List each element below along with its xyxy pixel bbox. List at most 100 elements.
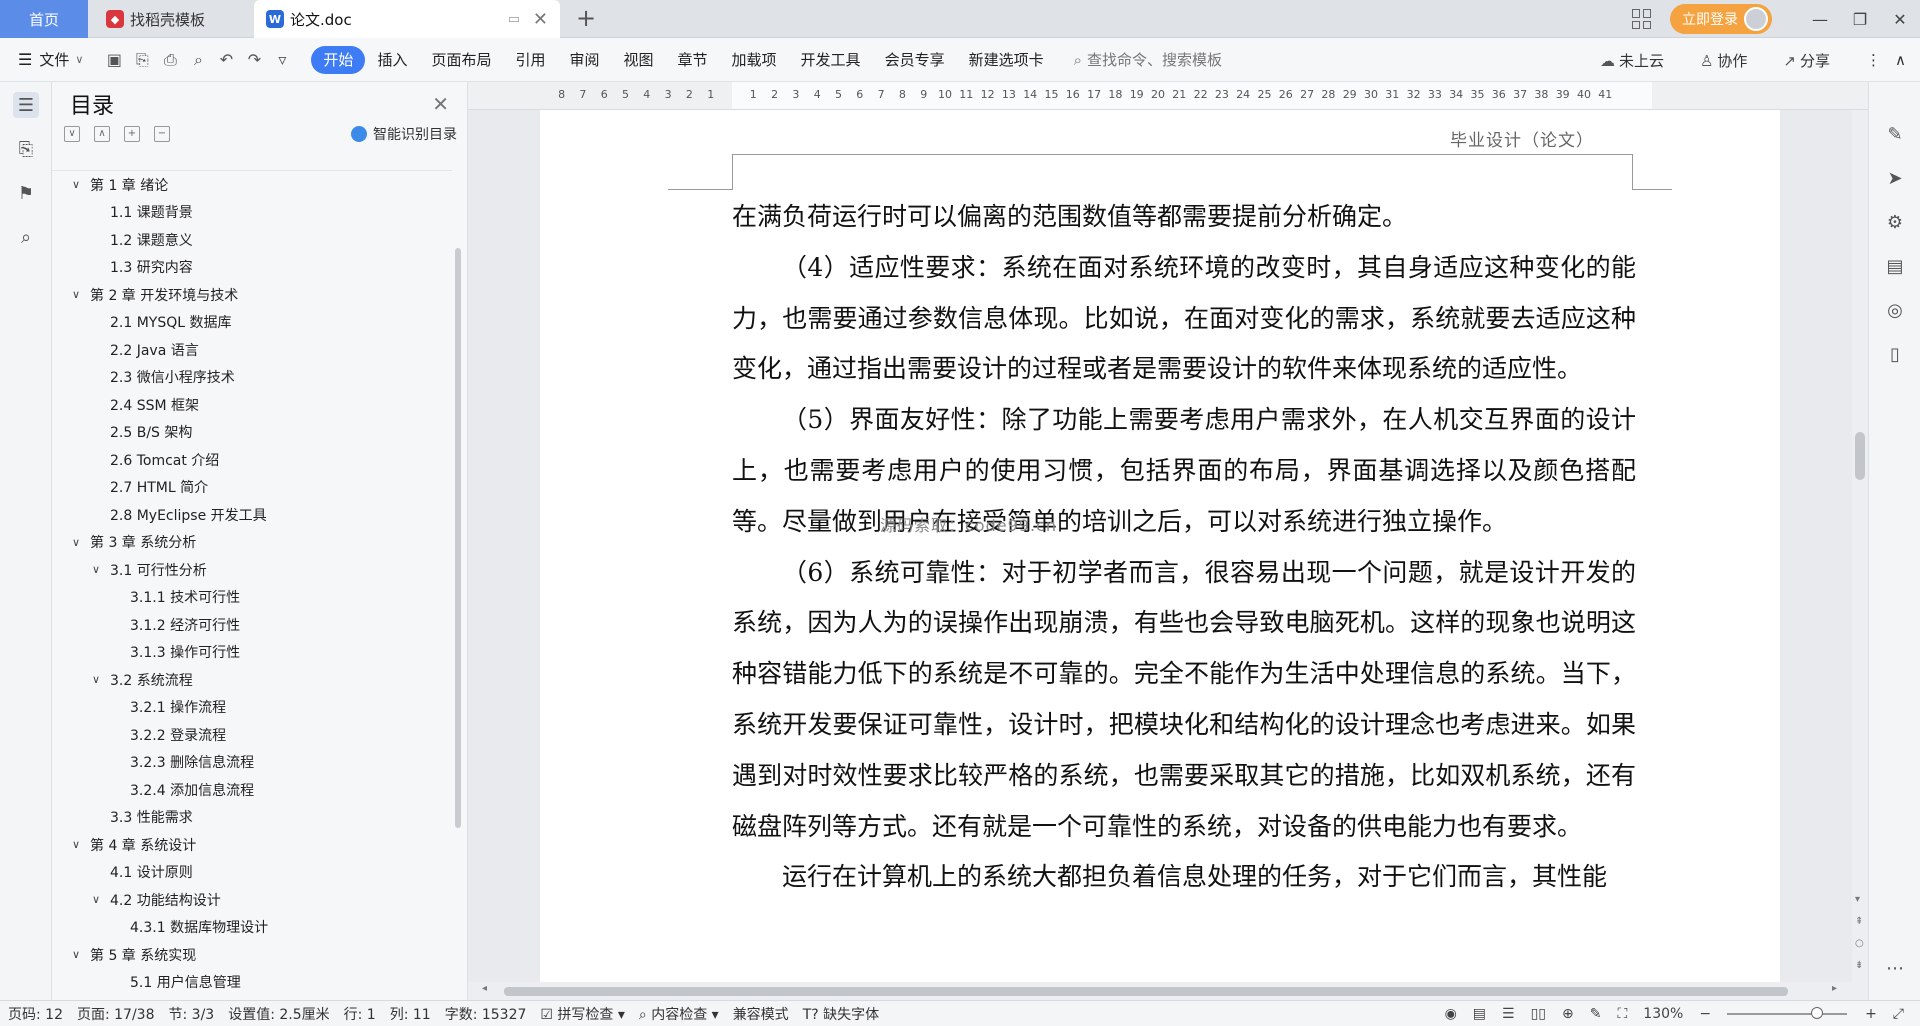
new-tab-button[interactable]: + [572,4,600,32]
horizontal-scrollbar[interactable]: ◂ ▸ [468,982,1868,1000]
toc-item[interactable]: ∨ 3.2 系统流程 [52,666,452,694]
status-words[interactable]: 字数: 15327 [445,1004,527,1024]
write-mode-icon[interactable]: ✎ [1590,1006,1602,1022]
toc-item[interactable]: ∨ 3.1 可行性分析 [52,556,452,584]
toc-item[interactable]: 2.5 B/S 架构 [52,419,452,447]
tab-document[interactable]: W 论文.doc ▭ ✕ [254,0,560,38]
print-icon[interactable]: ⎙ [157,50,183,70]
apps-grid-icon[interactable] [1632,9,1652,29]
location-icon[interactable]: ◎ [1883,300,1907,324]
tab-member[interactable]: 会员专享 [873,46,957,74]
page-view-icon[interactable]: ▤ [1473,1006,1486,1022]
collapse-all-icon[interactable]: ∧ [94,126,110,142]
tab-references[interactable]: 引用 [503,46,557,74]
tab-chapter[interactable]: 章节 [666,46,720,74]
chevron-down-icon[interactable]: ∨ [92,563,106,576]
scroll-thumb[interactable] [1855,432,1865,480]
chevron-down-icon[interactable]: ∨ [92,893,106,906]
toc-item[interactable]: 2.1 MYSQL 数据库 [52,309,452,337]
missing-font-button[interactable]: T? 缺失字体 [803,1004,879,1024]
scroll-down-icon[interactable]: ▾ [1855,894,1860,905]
toc-item[interactable]: 2.6 Tomcat 介绍 [52,446,452,474]
smart-toc-button[interactable]: 智能识别目录 [351,124,457,144]
toc-item[interactable]: 3.1.2 经济可行性 [52,611,452,639]
spell-check-button[interactable]: ☑ 拼写检查 ▾ [540,1004,625,1024]
fullscreen-icon[interactable]: ⤢ [1893,1006,1904,1022]
h-scroll-thumb[interactable] [504,987,1788,996]
add-level-icon[interactable]: + [124,126,140,142]
toc-item[interactable]: 2.7 HTML 简介 [52,474,452,502]
cloud-status[interactable]: ☁ 未上云 [1600,50,1682,71]
restore-button[interactable]: ❐ [1840,10,1880,29]
toc-item[interactable]: ∨ 第 1 章 绪论 [52,171,452,199]
tab-review[interactable]: 审阅 [557,46,611,74]
toc-item[interactable]: 3.2.1 操作流程 [52,694,452,722]
web-view-icon[interactable]: ⊕ [1562,1006,1574,1022]
tab-start[interactable]: 开始 [311,45,366,74]
toc-item[interactable]: 3.3 性能需求 [52,804,452,832]
toc-item[interactable]: ∨ 第 4 章 系统设计 [52,831,452,859]
toc-scrollbar[interactable] [455,248,461,828]
next-page-icon[interactable]: ⇟ [1855,960,1863,971]
close-window-button[interactable]: ✕ [1880,10,1920,29]
zoom-slider-handle[interactable] [1811,1007,1824,1019]
export-pdf-icon[interactable]: ⎘ [129,50,155,70]
minimize-button[interactable]: — [1800,10,1840,29]
customize-icon[interactable]: ▿ [269,50,295,69]
redo-icon[interactable]: ↷ [241,50,267,69]
toc-item[interactable]: 2.8 MyEclipse 开发工具 [52,501,452,529]
reading-icon[interactable]: ▯ [1883,344,1907,368]
tab-insert[interactable]: 插入 [365,46,419,74]
toc-item[interactable]: 3.2.4 添加信息流程 [52,776,452,804]
chevron-down-icon[interactable]: ∨ [92,673,106,686]
toc-item[interactable]: 2.4 SSM 框架 [52,391,452,419]
file-menu[interactable]: ☰ 文件 ∨ [18,49,83,70]
toc-item[interactable]: 3.2.3 删除信息流程 [52,749,452,777]
content-check-button[interactable]: ⌕ 内容检查 ▾ [639,1004,719,1024]
zoom-slider[interactable] [1727,1007,1848,1019]
toc-item[interactable]: 3.1.3 操作可行性 [52,639,452,667]
eye-protection-icon[interactable]: ◉ [1445,1006,1457,1022]
tab-view[interactable]: 视图 [612,46,666,74]
horizontal-ruler[interactable]: 8 7 6 5 4 3 2 1 1 2 3 4 5 6 7 8 9 10 11 12 13 14 15 16 17 18 19 20 2… [468,82,1868,110]
toc-panel-icon[interactable]: ☰ [13,92,39,118]
toc-item[interactable]: ∨ 第 5 章 系统实现 [52,941,452,969]
zoom-out-icon[interactable]: − [1699,1006,1711,1022]
expand-all-icon[interactable]: ∨ [64,126,80,142]
pin-tab-icon[interactable]: ▭ [508,12,520,27]
prev-page-icon[interactable]: ⇞ [1855,916,1863,927]
search-icon[interactable]: ⌕ [13,224,39,250]
collab-button[interactable]: ♙ 协作 [1700,50,1765,71]
collapse-ribbon-icon[interactable]: ∧ [1895,51,1906,69]
status-page[interactable]: 页面: 17/38 [77,1004,155,1024]
tab-page-layout[interactable]: 页面布局 [419,46,503,74]
toc-item[interactable]: ∨ 4.2 功能结构设计 [52,886,452,914]
read-view-icon[interactable]: ▯▯ [1531,1006,1546,1022]
remove-level-icon[interactable]: − [154,126,170,142]
toc-item[interactable]: 2.2 Java 语言 [52,336,452,364]
toc-item[interactable]: 5.1 用户信息管理 [52,969,452,997]
chevron-down-icon[interactable]: ∨ [72,536,86,549]
toc-item[interactable]: 3.1.1 技术可行性 [52,584,452,612]
chevron-down-icon[interactable]: ∨ [72,948,86,961]
toc-item[interactable]: 1.3 研究内容 [52,254,452,282]
save-icon[interactable]: ▣ [101,50,127,69]
command-search[interactable]: ⌕ 查找命令、搜索模板 [1074,49,1222,70]
toc-item[interactable]: 4.3.1 数据库物理设计 [52,914,452,942]
tab-new[interactable]: 新建选项卡 [957,46,1056,74]
more-icon[interactable]: ⋯ [1883,958,1907,982]
toc-item[interactable]: ∨ 第 2 章 开发环境与技术 [52,281,452,309]
toc-item[interactable]: 3.2.2 登录流程 [52,721,452,749]
close-tab-icon[interactable]: ✕ [533,9,548,30]
chevron-down-icon[interactable]: ∨ [72,288,86,301]
more-icon[interactable]: ⋮ [1866,51,1881,69]
document-page[interactable]: 毕业设计（论文） 在满负荷运行时可以偏离的范围数值等都需要提前分析确定。 （4）适… [540,110,1780,982]
toc-item[interactable]: ∨ 第 3 章 系统分析 [52,529,452,557]
adjust-icon[interactable]: ⚙ [1883,212,1907,236]
tab-addins[interactable]: 加载项 [720,46,789,74]
document-body[interactable]: 在满负荷运行时可以偏离的范围数值等都需要提前分析确定。 （4）适应性要求：系统在面… [732,192,1636,903]
select-browse-icon[interactable]: ○ [1855,938,1864,949]
image-tool-icon[interactable]: ▤ [1883,256,1907,280]
toc-item[interactable]: 1.2 课题意义 [52,226,452,254]
fit-page-icon[interactable]: ⛶ [1617,1006,1627,1022]
